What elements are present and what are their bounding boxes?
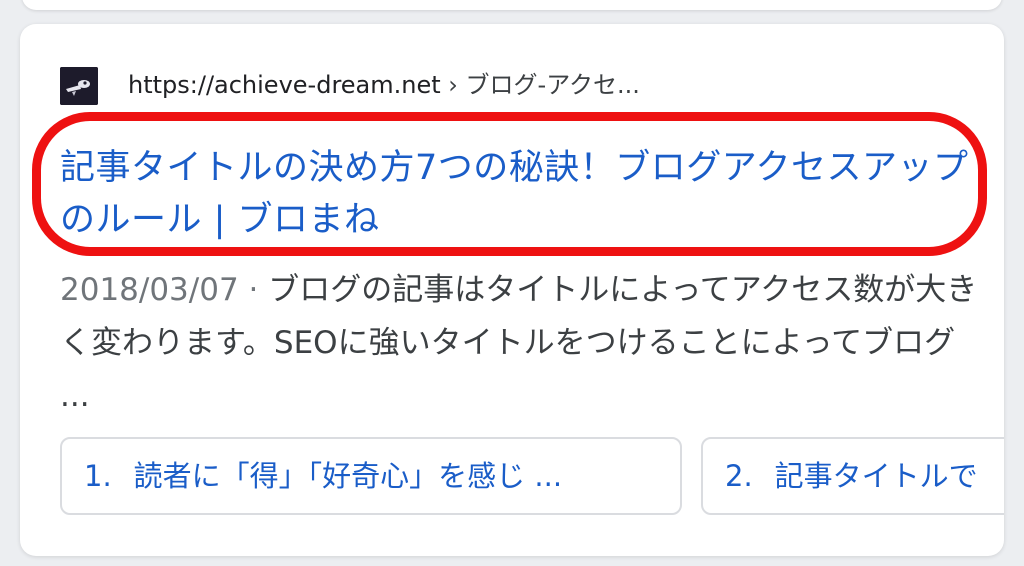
result-title-link[interactable]: 記事タイトルの決め方7つの秘訣！ブログアクセスアップのルール | ブロまね	[60, 142, 970, 246]
url-breadcrumb: ブログ-アクセ...	[465, 71, 640, 99]
url-domain: https://achieve-dream.net	[128, 71, 441, 99]
search-result-card: https://achieve-dream.net › ブログ-アクセ... 記…	[20, 24, 1004, 556]
sitelink-number: 2.	[725, 459, 753, 493]
result-url[interactable]: https://achieve-dream.net › ブログ-アクセ...	[128, 68, 640, 102]
previous-result-card	[22, 0, 1002, 10]
sitelink-chip-2[interactable]: 2. 記事タイトルで	[701, 437, 1004, 515]
site-favicon-icon[interactable]	[60, 67, 98, 105]
breadcrumb-separator: ›	[448, 71, 458, 99]
sitelink-label: 読者に「得」「好奇心」を感じ ...	[133, 459, 563, 493]
sitelink-label: 記事タイトルで	[774, 459, 978, 493]
result-date: 2018/03/07	[60, 272, 239, 308]
sitelink-chip-1[interactable]: 1. 読者に「得」「好奇心」を感じ ...	[60, 437, 682, 515]
result-snippet: 2018/03/07 · ブログの記事はタイトルによってアクセス数が大きく変わり…	[60, 264, 980, 423]
date-separator: ·	[248, 272, 259, 308]
sitelink-number: 1.	[84, 459, 112, 493]
